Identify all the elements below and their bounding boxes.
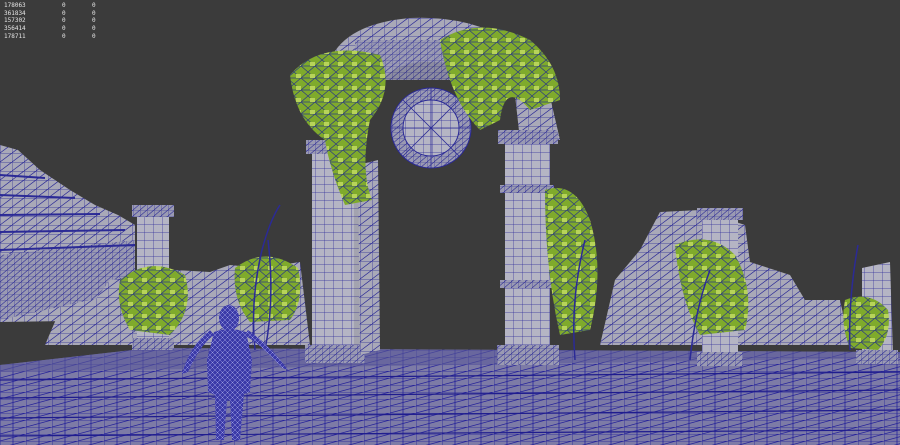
stat-col3: 0 — [92, 17, 96, 25]
stat-col2: 0 — [62, 25, 66, 33]
stats-overlay: 178063 0 0 361834 0 0 157302 0 0 356414 … — [4, 2, 112, 41]
stat-value: 178063 — [4, 2, 26, 9]
stat-col2: 0 — [62, 17, 66, 25]
stat-col3: 0 — [92, 25, 96, 33]
stat-value: 356414 — [4, 25, 26, 33]
stat-col3: 0 — [92, 2, 96, 9]
stat-value: 157302 — [4, 17, 26, 25]
stat-col2: 0 — [62, 9, 66, 17]
stat-col3: 0 — [92, 9, 96, 17]
stat-value: 361834 — [4, 9, 26, 17]
stats-row: 356414 0 0 — [4, 25, 112, 33]
stats-row: 157302 0 0 — [4, 17, 112, 25]
stats-row: 178063 0 0 — [4, 2, 112, 10]
scene-wireframe-render — [0, 17, 900, 445]
3d-viewport[interactable]: 178063 0 0 361834 0 0 157302 0 0 356414 … — [0, 0, 900, 445]
stats-row: 361834 0 0 — [4, 10, 112, 18]
stat-col3: 0 — [92, 32, 96, 40]
stats-row: 178711 0 0 — [4, 33, 112, 41]
stat-col2: 0 — [62, 2, 66, 9]
stat-col2: 0 — [62, 32, 66, 40]
stat-value: 178711 — [4, 32, 26, 40]
